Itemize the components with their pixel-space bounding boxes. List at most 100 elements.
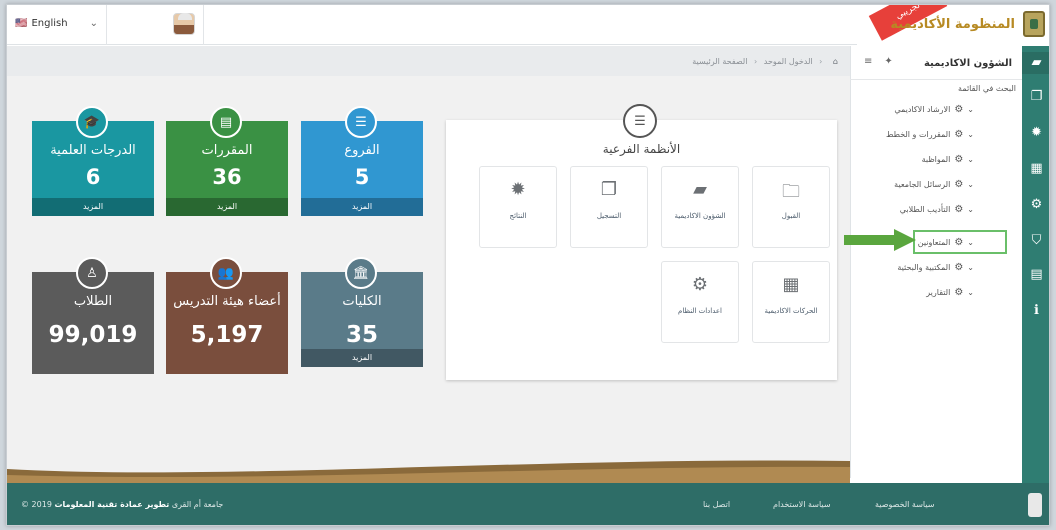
icon-bar: ▰ ❐ ✹ ▦ ⚙ ⛉ ▤ ℹ bbox=[1022, 46, 1049, 483]
more-link[interactable]: المزيد bbox=[166, 198, 288, 216]
sidebar-title: الشؤون الاكاديمية bbox=[923, 58, 1012, 69]
language-selector[interactable]: 🇺🇸 English ⌄ bbox=[15, 18, 98, 29]
stat-tile-colleges[interactable]: 🏛 الكليات 35 المزيد bbox=[301, 257, 423, 367]
sidebar-search-label[interactable]: البحث في القائمة bbox=[958, 84, 1016, 93]
stat-tile-faculty[interactable]: 👥 أعضاء هيئة التدريس 5,197 bbox=[166, 257, 288, 374]
stat-value: 6 bbox=[85, 165, 101, 189]
sidebar-item-label: التأديب الطلابي bbox=[899, 204, 951, 214]
sidebar-item-label: الرسائل الجامعية bbox=[894, 179, 951, 189]
university-logo-icon bbox=[1028, 493, 1042, 517]
subsystem-card-admission[interactable]: 🗀 القبول bbox=[752, 166, 830, 248]
subsystem-card-system-settings[interactable]: ⚙ اعدادات النظام bbox=[661, 261, 739, 343]
chevron-down-icon: ⌄ bbox=[967, 129, 974, 139]
divider bbox=[106, 5, 107, 45]
graduation-cap-icon: 🎓 bbox=[76, 106, 108, 138]
stat-title: الدرجات العلمية bbox=[50, 143, 136, 158]
badge-icon: ✹ bbox=[510, 179, 526, 200]
chevron-down-icon: ⌄ bbox=[967, 237, 974, 247]
footer-link-privacy[interactable]: سياسة الخصوصية bbox=[875, 500, 934, 509]
home-icon[interactable]: ⌂ bbox=[833, 57, 838, 66]
sidebar-item-label: المقررات و الخطط bbox=[886, 129, 951, 139]
breadcrumb-item-sso[interactable]: الدخول الموحد bbox=[764, 57, 813, 66]
subsystem-card-academic-affairs[interactable]: ▰ الشؤون الاكاديمية bbox=[661, 166, 739, 248]
stat-tile-branches[interactable]: ☰ الفروع 5 المزيد bbox=[301, 106, 423, 216]
institution-icon: 🏛 bbox=[345, 257, 377, 289]
footer-link-contact[interactable]: اتصل بنا bbox=[703, 500, 730, 509]
avatar[interactable] bbox=[173, 13, 195, 35]
card-label: النتائج bbox=[509, 212, 527, 220]
stat-tile-degrees[interactable]: 🎓 الدرجات العلمية 6 المزيد bbox=[32, 106, 154, 216]
language-label: English bbox=[31, 18, 68, 29]
chevron-left-icon: ‹ bbox=[819, 57, 823, 66]
breadcrumb-item-home[interactable]: الصفحة الرئيسية bbox=[692, 57, 747, 66]
subsystem-card-academic-movements[interactable]: ▦ الحركات الاكاديمية bbox=[752, 261, 830, 343]
book-icon: ▤ bbox=[210, 106, 242, 138]
sidebar-tools: ≡ ✦ bbox=[864, 56, 893, 67]
newspaper-icon[interactable]: ▦ bbox=[1022, 158, 1049, 180]
subsystems-panel: ☰ الأنظمة الفرعية 🗀 القبول ▰ الشؤون الاك… bbox=[446, 104, 837, 380]
brand[interactable]: تجريبي المنظومة الأكاديمية bbox=[857, 5, 1049, 45]
card-label: التسجيل bbox=[596, 212, 622, 220]
copy-icon: ❐ bbox=[600, 179, 618, 200]
stat-value: 5 bbox=[354, 165, 370, 189]
gear-icon: ⚙ bbox=[954, 178, 964, 190]
card-label: القبول bbox=[781, 212, 801, 220]
stat-tile-courses[interactable]: ▤ المقررات 36 المزيد bbox=[166, 106, 288, 216]
decorative-wave bbox=[7, 460, 850, 483]
sidebar-item-theses[interactable]: ⌄ ⚙ الرسائل الجامعية bbox=[850, 173, 1022, 195]
sidebar-item-library-research[interactable]: ⌄ ⚙ المكتبية والبحثية bbox=[850, 256, 1022, 278]
card-label: الشؤون الاكاديمية bbox=[674, 212, 726, 220]
chevron-down-icon: ⌄ bbox=[89, 18, 98, 29]
footer-link-terms[interactable]: سياسة الاستخدام bbox=[773, 500, 831, 509]
sidebar-item-courses-plans[interactable]: ⌄ ⚙ المقررات و الخطط bbox=[850, 123, 1022, 145]
shield-icon[interactable]: ⛉ bbox=[1022, 230, 1049, 252]
gear-icon: ⚙ bbox=[954, 236, 964, 248]
more-link[interactable]: المزيد bbox=[301, 198, 423, 216]
sidebar-item-reports[interactable]: ⌄ ⚙ التقارير bbox=[850, 281, 1022, 303]
chevron-down-icon: ⌄ bbox=[967, 179, 974, 189]
badge-icon[interactable]: ✹ bbox=[1022, 122, 1049, 144]
info-icon[interactable]: ℹ bbox=[1022, 300, 1049, 322]
stat-title: المقررات bbox=[201, 143, 253, 158]
menu-icon[interactable]: ≡ bbox=[864, 56, 872, 67]
stat-value: 5,197 bbox=[190, 322, 264, 348]
card-label: اعدادات النظام bbox=[677, 307, 723, 315]
brand-name: المنظومة الأكاديمية bbox=[890, 17, 1015, 32]
book-icon: ▰ bbox=[693, 179, 707, 200]
gear-icon: ⚙ bbox=[954, 286, 964, 298]
sidebar-item-academic-advising[interactable]: ⌄ ⚙ الارشاد الاكاديمي bbox=[850, 98, 1022, 120]
sidebar-item-attendance[interactable]: ⌄ ⚙ المواظبة bbox=[850, 148, 1022, 170]
list-icon: ☰ bbox=[623, 104, 657, 138]
sidebar-header: الشؤون الاكاديمية ≡ ✦ bbox=[850, 46, 1022, 80]
more-link[interactable]: المزيد bbox=[301, 349, 423, 367]
stat-tile-students[interactable]: ♙ الطلاب 99,019 bbox=[32, 257, 154, 374]
sidebar-item-label: الارشاد الاكاديمي bbox=[894, 104, 951, 114]
subsystem-card-registration[interactable]: ❐ التسجيل bbox=[570, 166, 648, 248]
subsystem-card-results[interactable]: ✹ النتائج bbox=[479, 166, 557, 248]
pin-icon[interactable]: ✦ bbox=[884, 56, 892, 67]
more-link[interactable]: المزيد bbox=[32, 198, 154, 216]
copy-icon[interactable]: ❐ bbox=[1022, 86, 1049, 108]
sidebar-item-label: المواظبة bbox=[921, 154, 951, 164]
developer-text: تطوير عمادة تقنية المعلومات bbox=[54, 500, 170, 509]
student-icon: ♙ bbox=[76, 257, 108, 289]
university-logo-icon bbox=[1023, 11, 1045, 37]
list-icon: ☰ bbox=[345, 106, 377, 138]
chevron-down-icon: ⌄ bbox=[967, 262, 974, 272]
sidebar: الشؤون الاكاديمية ≡ ✦ البحث في القائمة ⌄… bbox=[850, 46, 1022, 478]
cogs-icon[interactable]: ⚙ bbox=[1022, 194, 1049, 216]
sidebar-item-label: التقارير bbox=[926, 287, 951, 297]
card-label: الحركات الاكاديمية bbox=[764, 307, 818, 315]
folder-icon: 🗀 bbox=[782, 181, 800, 202]
gear-icon: ⚙ bbox=[954, 203, 964, 215]
book-icon[interactable]: ▰ bbox=[1022, 52, 1049, 74]
cogs-icon: ⚙ bbox=[691, 274, 709, 295]
file-icon[interactable]: ▤ bbox=[1022, 264, 1049, 286]
chevron-down-icon: ⌄ bbox=[967, 104, 974, 114]
sidebar-item-discipline[interactable]: ⌄ ⚙ التأديب الطلابي bbox=[850, 198, 1022, 220]
divider bbox=[203, 5, 204, 45]
gear-icon: ⚙ bbox=[954, 128, 964, 140]
gear-icon: ⚙ bbox=[954, 261, 964, 273]
stat-value: 99,019 bbox=[48, 322, 138, 348]
top-bar: 🇺🇸 English ⌄ تجريبي المنظومة الأكاديمية bbox=[7, 5, 1049, 45]
